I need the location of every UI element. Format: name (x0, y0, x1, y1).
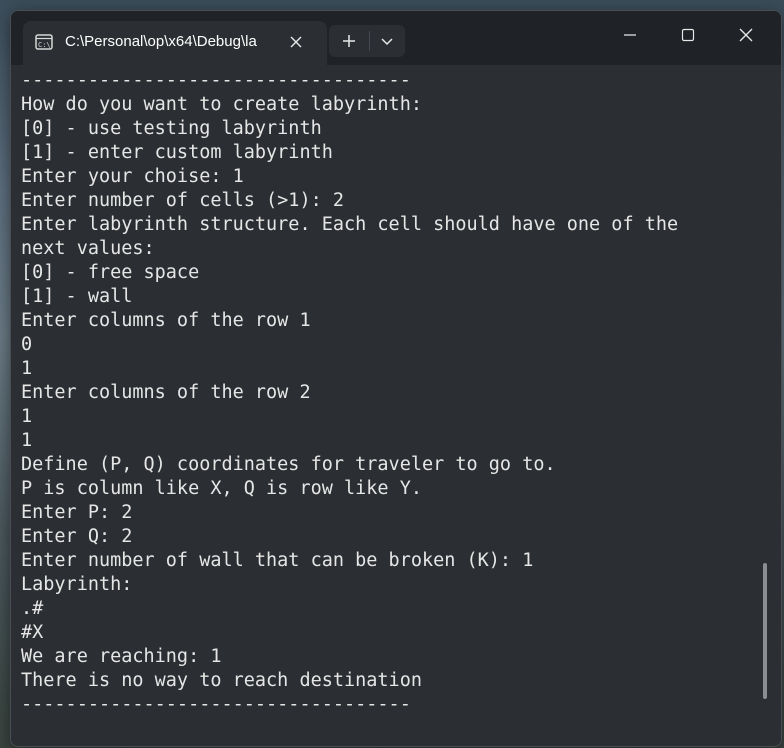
plus-icon (343, 35, 355, 47)
console-line: Enter labyrinth structure. Each cell sho… (21, 214, 679, 235)
minimize-button[interactable] (601, 11, 659, 59)
console-line: [1] - enter custom labyrinth (21, 142, 333, 163)
console-line: [0] - use testing labyrinth (21, 118, 322, 139)
console-line: How do you want to create labyrinth: (21, 94, 422, 115)
terminal-icon: C:\ (35, 33, 53, 51)
maximize-icon (681, 28, 695, 42)
console-line: Enter columns of the row 1 (21, 310, 311, 331)
console-line: 1 (21, 430, 33, 451)
console-lines: ----------------------------------- How d… (21, 69, 678, 717)
new-tab-button[interactable] (329, 25, 369, 57)
tab-close-icon[interactable] (285, 31, 307, 53)
new-tab-group (329, 25, 405, 57)
console-line: [0] - free space (21, 262, 200, 283)
console-output[interactable]: ----------------------------------- How d… (11, 65, 781, 746)
console-line: We are reaching: 1 (21, 646, 222, 667)
tab-active[interactable]: C:\ C:\Personal\op\x64\Debug\la (23, 21, 327, 65)
console-line: 1 (21, 406, 33, 427)
maximize-button[interactable] (659, 11, 717, 59)
console-line: Enter number of wall that can be broken … (21, 550, 534, 571)
console-line: [1] - wall (21, 286, 133, 307)
console-line: Enter number of cells (>1): 2 (21, 190, 345, 211)
console-line: #X (21, 622, 44, 643)
console-line: next values: (21, 238, 155, 259)
console-line: Enter columns of the row 2 (21, 382, 311, 403)
console-line: ----------------------------------- (21, 70, 411, 91)
scrollbar-thumb[interactable] (763, 563, 767, 699)
console-line: .# (21, 598, 44, 619)
console-line: 1 (21, 358, 33, 379)
title-bar: C:\ C:\Personal\op\x64\Debug\la (11, 11, 781, 65)
console-line: Enter Q: 2 (21, 526, 133, 547)
chevron-down-icon (381, 38, 393, 46)
console-line: Enter P: 2 (21, 502, 133, 523)
close-window-button[interactable] (717, 11, 775, 59)
console-line: Labyrinth: (21, 574, 133, 595)
console-line: P is column like X, Q is row like Y. (21, 478, 422, 499)
close-icon (739, 28, 753, 42)
tab-title: C:\Personal\op\x64\Debug\la (65, 33, 257, 50)
terminal-window: C:\ C:\Personal\op\x64\Debug\la --------… (10, 10, 782, 747)
console-line: ----------------------------------- (21, 694, 411, 715)
minimize-icon (624, 34, 636, 36)
tab-dropdown-button[interactable] (370, 25, 405, 57)
console-line: Define (P, Q) coordinates for traveler t… (21, 454, 556, 475)
console-line: 0 (21, 334, 33, 355)
svg-text:C:\: C:\ (38, 41, 51, 49)
console-line: Enter your choise: 1 (21, 166, 244, 187)
console-line: There is no way to reach destination (21, 670, 422, 691)
